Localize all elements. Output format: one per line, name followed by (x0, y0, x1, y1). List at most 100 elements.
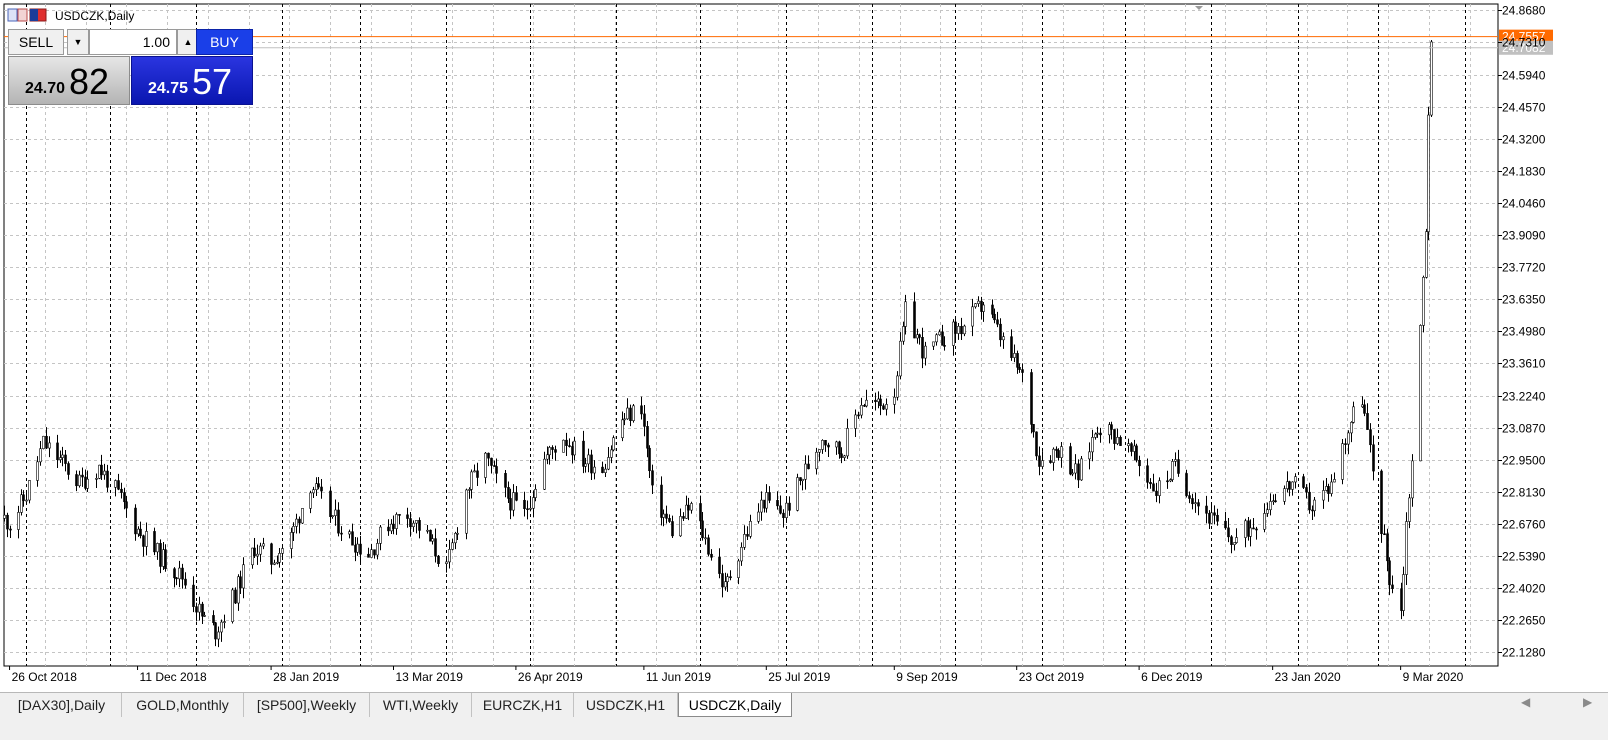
candle-body (737, 560, 740, 578)
candle-body (526, 508, 529, 510)
candle-body (262, 543, 265, 547)
candle-body (801, 478, 804, 482)
candle-body (156, 543, 159, 553)
candle-body (507, 487, 510, 499)
candle-body (86, 478, 89, 489)
candle-body (573, 440, 576, 456)
candle-body (1422, 277, 1425, 326)
buy-price-button[interactable]: 24.75 57 (131, 56, 253, 105)
candle-body (1155, 490, 1158, 496)
y-tick-label: 24.0460 (1502, 197, 1546, 211)
chevron-right-icon[interactable]: ▶ (1583, 695, 1592, 709)
y-tick-label: 23.2240 (1502, 390, 1546, 404)
tab-gold-monthly[interactable]: GOLD,Monthly (122, 693, 244, 717)
candle-body (590, 454, 593, 474)
y-tick-label: 22.6760 (1502, 518, 1546, 532)
candle-body (587, 454, 590, 465)
candle-body (1255, 528, 1258, 531)
candle-body (882, 405, 885, 410)
tab-dax30-daily[interactable]: [DAX30],Daily (2, 693, 122, 717)
candle-body (740, 547, 743, 562)
y-tick-label: 24.5940 (1502, 69, 1546, 83)
candle-body (395, 514, 398, 529)
candle-body (610, 449, 613, 458)
candle-body (843, 455, 846, 458)
candle-body (1288, 481, 1291, 490)
y-tick-label: 23.0870 (1502, 422, 1546, 436)
candle-body (64, 454, 67, 464)
candle-body (1266, 509, 1269, 514)
candle-body (1210, 512, 1213, 524)
candle-body (1372, 444, 1375, 472)
candle-body (1363, 404, 1366, 414)
chevron-left-icon[interactable]: ◀ (1521, 695, 1530, 709)
candle-body (134, 507, 137, 535)
candle-body (495, 466, 498, 474)
tab-wti-weekly[interactable]: WTI,Weekly (370, 693, 472, 717)
candle-body (1041, 460, 1044, 467)
candle-body (270, 543, 273, 565)
candle-body (1224, 520, 1227, 529)
candle-body (838, 441, 841, 455)
candle-body (1069, 446, 1072, 475)
candle-body (1341, 443, 1344, 480)
candle-body (1302, 476, 1305, 488)
candle-body (996, 319, 999, 325)
candle-body (1135, 445, 1138, 461)
candle-body (1074, 463, 1077, 474)
tab-sp500-weekly[interactable]: [SP500],Weekly (244, 693, 370, 717)
candle-body (406, 514, 409, 519)
candle-body (473, 470, 476, 473)
candle-body (885, 404, 888, 410)
candle-body (173, 568, 176, 579)
lot-size-input[interactable]: 1.00 (89, 29, 177, 55)
tab-usdczk-h1[interactable]: USDCZK,H1 (574, 693, 678, 717)
candle-body (690, 503, 693, 511)
candle-body (234, 589, 237, 604)
candle-body (273, 562, 276, 565)
sell-button[interactable]: SELL (8, 29, 64, 55)
lot-decrease-button[interactable]: ▼ (67, 29, 89, 55)
candle-body (84, 476, 87, 489)
candle-body (301, 508, 304, 524)
candle-body (1330, 481, 1333, 494)
candle-body (164, 549, 167, 570)
candle-body (729, 576, 732, 579)
x-tick-label: 28 Jan 2019 (273, 670, 339, 684)
candle-body (648, 447, 651, 472)
candle-body (1233, 542, 1236, 545)
candle-body (991, 304, 994, 315)
sell-price-button[interactable]: 24.70 82 (8, 56, 130, 105)
candle-body (874, 399, 877, 403)
candle-body (612, 437, 615, 451)
candle-body (584, 463, 587, 467)
candle-body (1347, 432, 1350, 445)
candle-body (9, 528, 12, 531)
tab-eurczk-h1[interactable]: EURCZK,H1 (472, 693, 574, 717)
candle-body (1018, 367, 1021, 370)
buy-button[interactable]: BUY (196, 29, 253, 55)
chevron-down-icon: ▼ (73, 37, 83, 47)
candle-body (721, 573, 724, 588)
candle-body (348, 531, 351, 535)
x-tick-label: 26 Oct 2018 (12, 670, 78, 684)
candle-body (865, 399, 868, 407)
candle-body (896, 375, 899, 398)
candle-body (963, 325, 966, 335)
candle-body (899, 340, 902, 377)
candle-body (785, 502, 788, 518)
candle-body (1035, 431, 1038, 457)
candle-body (434, 538, 437, 557)
candle-body (1116, 437, 1119, 444)
candle-body (662, 513, 665, 518)
candle-body (646, 426, 649, 449)
candle-body (1294, 476, 1297, 483)
candle-body (59, 457, 62, 461)
candle-body (1080, 458, 1083, 481)
candle-body (1002, 336, 1005, 341)
candle-body (724, 581, 727, 588)
tab-usdczk-daily[interactable]: USDCZK,Daily (678, 693, 792, 717)
x-tick-label: 23 Jan 2020 (1275, 670, 1341, 684)
sell-price-small: 24.70 (25, 80, 66, 97)
candle-body (292, 526, 295, 533)
